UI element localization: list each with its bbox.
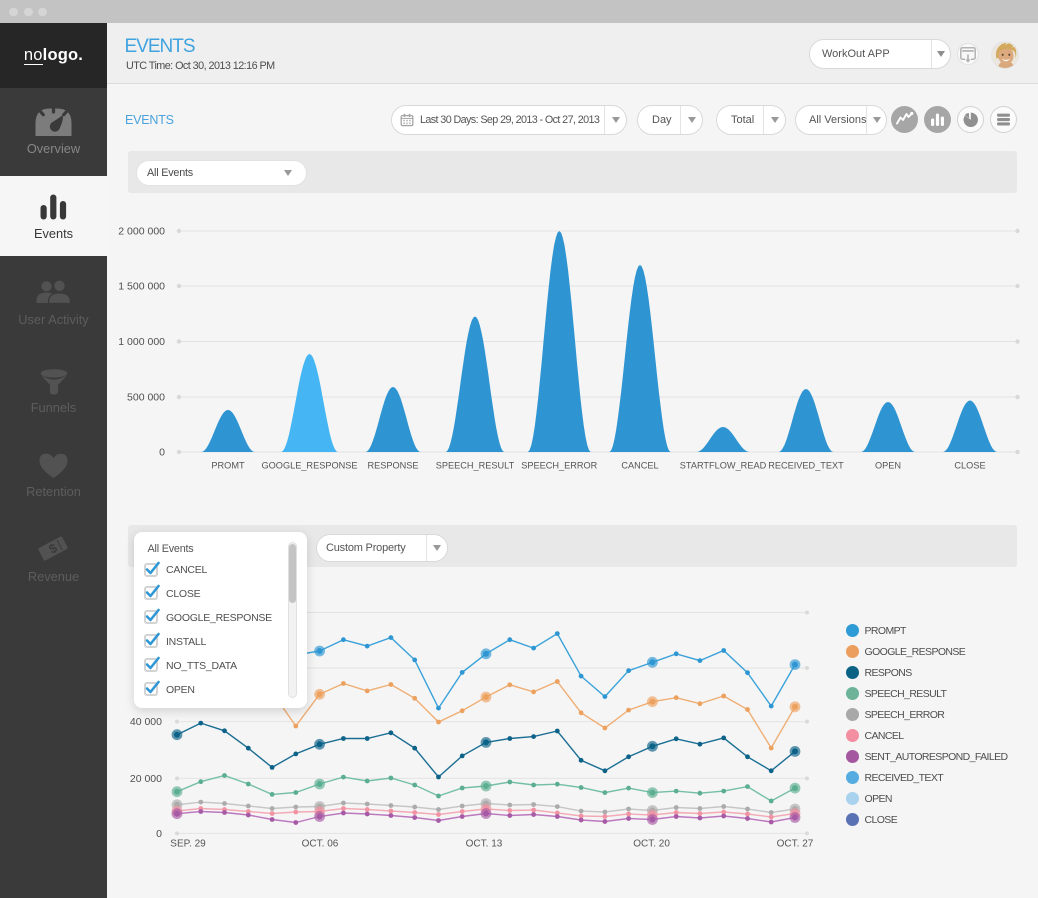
svg-text:0: 0	[156, 828, 162, 840]
svg-text:500 000: 500 000	[127, 392, 165, 404]
svg-text:1 000 000: 1 000 000	[118, 336, 165, 348]
svg-text:GOOGLE_RESPONSE: GOOGLE_RESPONSE	[262, 461, 358, 471]
svg-text:STARTFLOW_READ: STARTFLOW_READ	[680, 461, 767, 471]
svg-text:SEP. 29: SEP. 29	[170, 839, 206, 850]
svg-text:1 500 000: 1 500 000	[118, 281, 165, 293]
svg-text:CANCEL: CANCEL	[621, 461, 658, 471]
svg-text:RECEIVED_TEXT: RECEIVED_TEXT	[768, 461, 844, 471]
svg-text:0: 0	[159, 447, 165, 459]
svg-text:SPEECH_ERROR: SPEECH_ERROR	[521, 461, 597, 471]
svg-text:OPEN: OPEN	[875, 461, 901, 471]
svg-text:OCT. 27: OCT. 27	[777, 839, 814, 850]
svg-text:PROMT: PROMT	[211, 461, 245, 471]
svg-text:20 000: 20 000	[130, 773, 162, 785]
svg-text:RESPONSE: RESPONSE	[367, 461, 418, 471]
svg-text:40 000: 40 000	[130, 716, 162, 728]
svg-text:OCT. 13: OCT. 13	[466, 839, 503, 850]
svg-text:SPEECH_RESULT: SPEECH_RESULT	[436, 461, 515, 471]
svg-text:OCT. 06: OCT. 06	[302, 839, 339, 850]
svg-text:2 000 000: 2 000 000	[118, 226, 165, 238]
svg-text:CLOSE: CLOSE	[954, 461, 985, 471]
svg-text:OCT. 20: OCT. 20	[633, 839, 670, 850]
